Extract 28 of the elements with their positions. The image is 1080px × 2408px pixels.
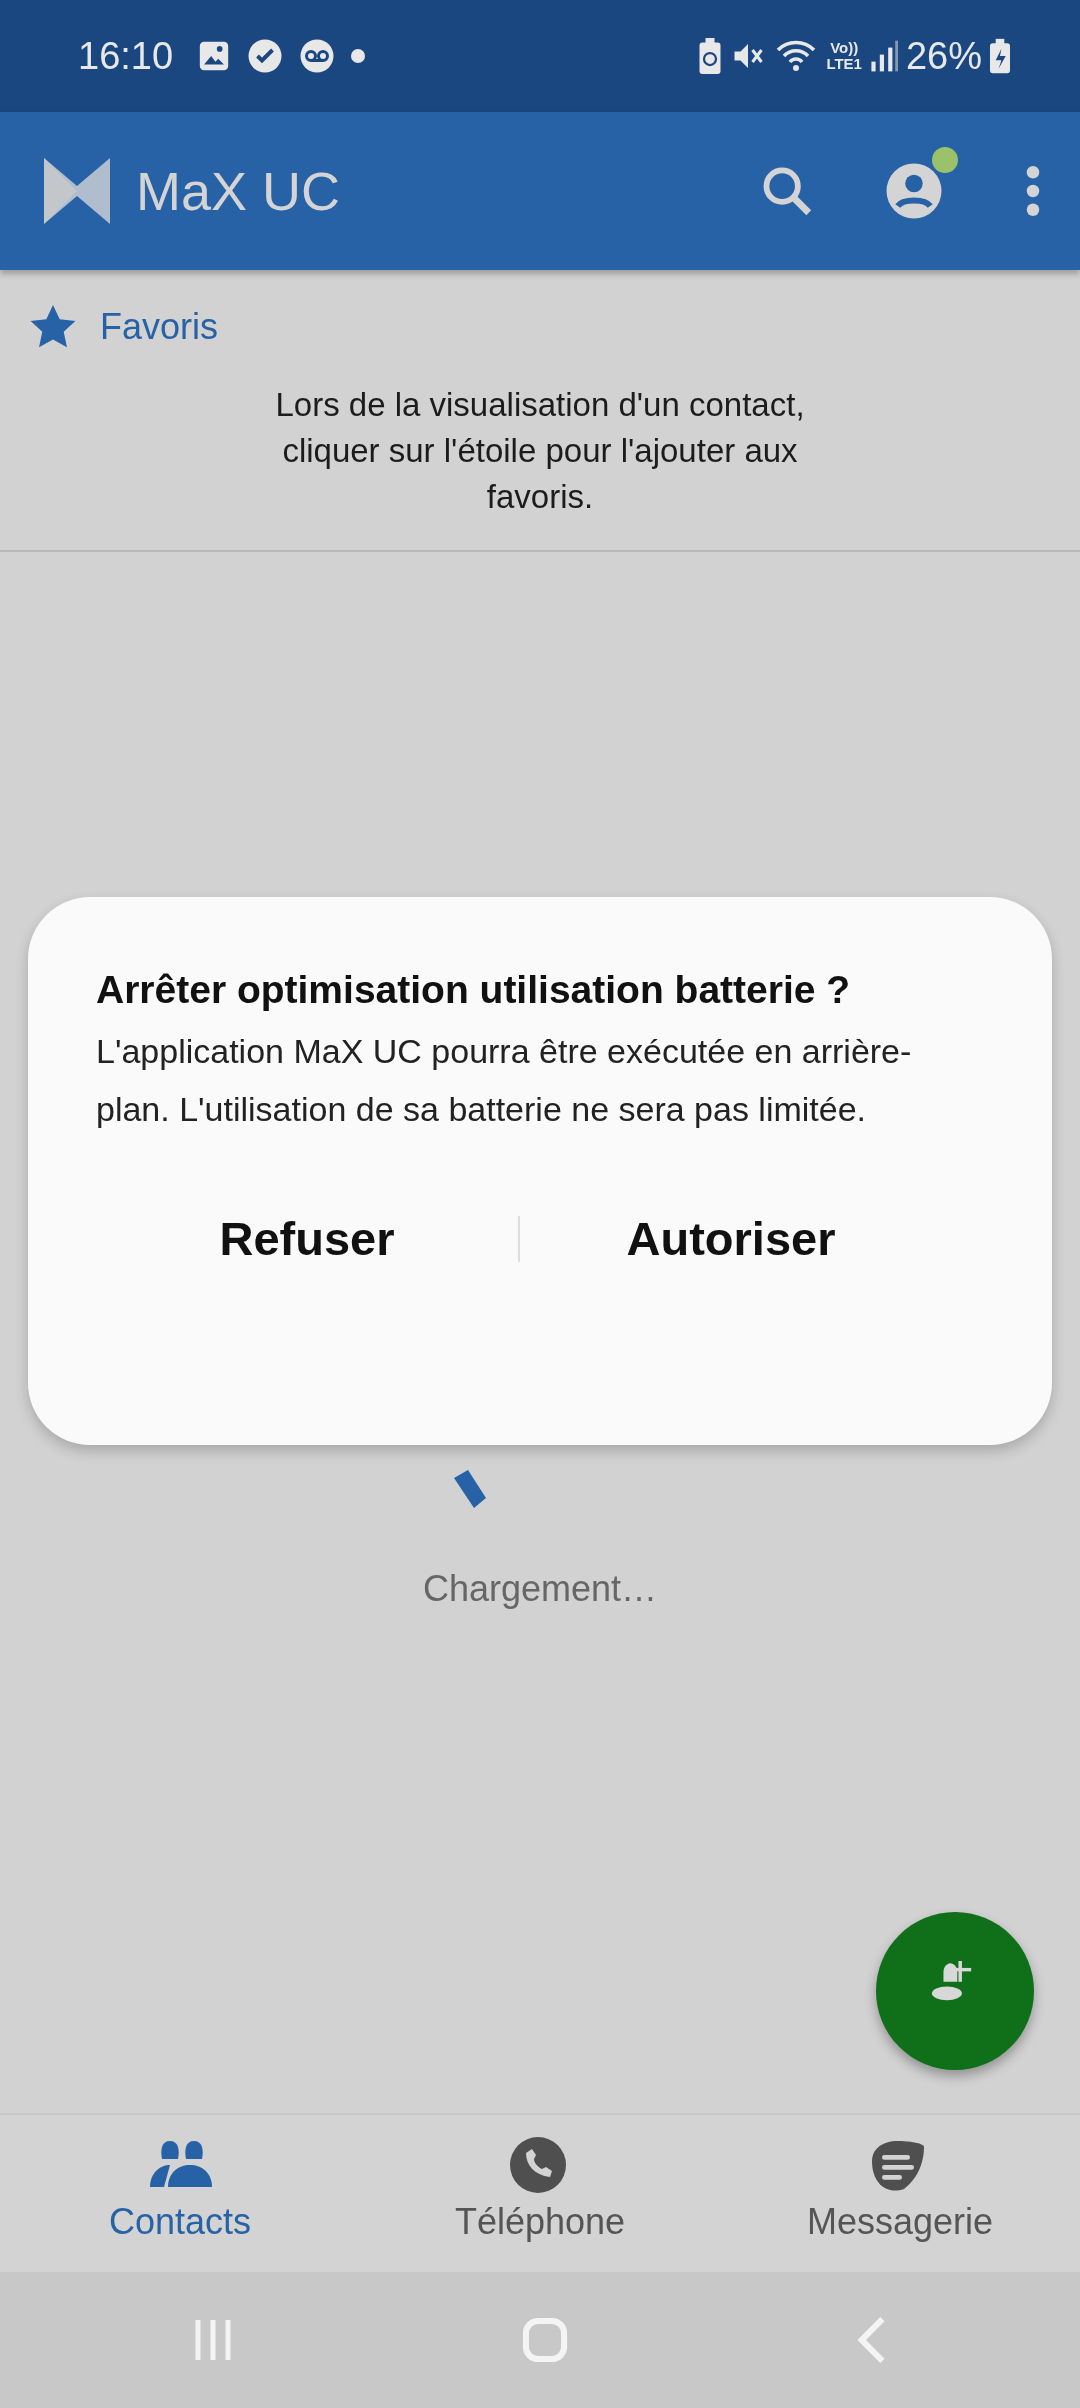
nav-tab[interactable]: Contacts [0,2115,360,2272]
check-circle-icon [247,38,284,74]
clock-time: 16:10 [78,33,174,79]
battery-charging-icon [990,38,1010,74]
nav-tab[interactable]: Messagerie [720,2115,1080,2272]
dot-icon [351,49,366,63]
signal-icon [869,39,898,73]
nav-tab[interactable]: Téléphone [360,2115,720,2272]
star-icon [30,305,76,349]
more-icon [1026,166,1040,216]
favorites-title: Favoris [100,305,219,349]
more-button[interactable] [1026,166,1040,216]
dialog-title: Arrêter optimisation utilisation batterie ? [96,967,852,1013]
account-button[interactable] [884,147,958,221]
account-icon [884,161,944,221]
voicemail-icon [299,38,336,74]
dialog-message: L'application MaX UC pourra être exécutée en arrière-plan. L'utilisation de sa batterie ne sera pas limitée. [96,1030,913,1130]
app-logo [42,156,112,226]
dialog-button[interactable]: Autoriser [520,1183,942,1295]
presence-dot [932,147,958,173]
favorites-hint: Lors de la visualisation d'un contact, cliquer sur l'étoile pour l'ajouter aux favoris. [274,385,806,517]
battery-percent: 26% [905,33,982,79]
volte-label: Vo)) [829,40,860,56]
loading-text: Chargement… [422,1567,658,1611]
battery-saver-icon [698,38,723,74]
network-label: LTE1 [826,56,862,72]
app-title: MaX UC [136,159,341,223]
dialog-button[interactable]: Refuser [96,1183,518,1295]
